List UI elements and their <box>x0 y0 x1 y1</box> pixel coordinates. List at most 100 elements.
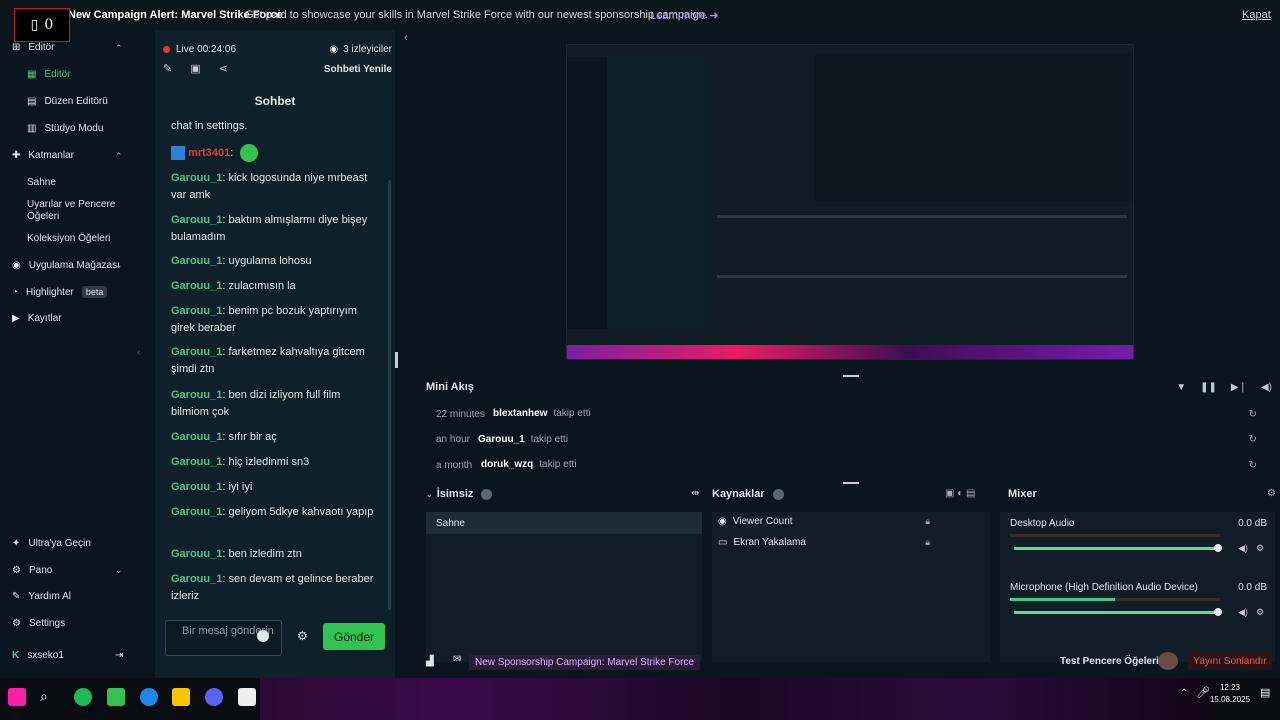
slider-knob[interactable] <box>1214 544 1222 552</box>
feed-user[interactable]: Garouu_1 <box>478 434 525 445</box>
nav-recordings[interactable]: ▶ Kayıtlar <box>12 313 62 324</box>
learn-more-link[interactable]: Learn more ➜ <box>650 9 719 22</box>
stream-preview[interactable] <box>566 44 1134 360</box>
slider-knob[interactable] <box>1214 608 1222 616</box>
volume-slider[interactable] <box>1014 544 1222 552</box>
chat-username[interactable]: Garouu_1 <box>171 573 222 585</box>
replay-icon[interactable]: ↻ <box>1249 460 1257 471</box>
speaker-icon[interactable]: ◀) <box>1238 607 1248 618</box>
chat-username[interactable]: Garouu_1 <box>171 481 222 493</box>
volume-slider[interactable] <box>1014 608 1222 616</box>
filter-icon[interactable]: ▼ <box>1176 382 1186 393</box>
chat-username[interactable]: Garouu_1 <box>171 280 222 292</box>
nav-layout-editor[interactable]: ▤ Düzen Editörü <box>27 96 108 107</box>
popout-icon[interactable]: ▣ <box>190 62 200 75</box>
refresh-chat-button[interactable]: Sohbeti Yenile <box>324 64 392 75</box>
nav-editor-header[interactable]: ⊞ Editör <box>12 42 55 53</box>
chevron-down-icon[interactable]: ⌄ <box>426 490 433 499</box>
nav-studio-mode[interactable]: ▥ Stüdyo Modu <box>27 123 103 134</box>
chevron-up-icon[interactable]: ⌃ <box>115 151 123 162</box>
spotify-icon[interactable] <box>74 688 92 706</box>
record-icon[interactable] <box>1158 652 1178 670</box>
source-item[interactable]: ▭ Ekran Yakalama <box>718 537 806 548</box>
add-source-icon[interactable] <box>772 488 784 500</box>
replay-icon[interactable]: ↻ <box>1249 434 1257 445</box>
gear-icon[interactable]: ⚙ <box>1267 488 1276 499</box>
eye-icon[interactable]: ◉ <box>718 516 727 527</box>
stats-icon[interactable]: ▟ <box>426 656 434 667</box>
nav-alerts-windows[interactable]: Uyarılar ve Pencere Öğeleri <box>27 199 127 223</box>
chat-username[interactable]: Garouu_1 <box>171 214 222 226</box>
feed-user[interactable]: blextanhew <box>493 408 547 419</box>
resize-handle[interactable] <box>843 375 859 377</box>
browser-icon[interactable] <box>140 688 158 706</box>
notification-icon[interactable]: ▤ <box>1260 686 1270 699</box>
taskbar-clock[interactable]: 12:23 15.08.2025 <box>1208 682 1252 706</box>
tray-chevron-icon[interactable]: ⌃ <box>1180 688 1188 699</box>
chevron-left-icon[interactable]: ‹ <box>404 32 408 44</box>
chat-username[interactable]: Garouu_1 <box>171 305 222 317</box>
speaker-icon[interactable]: ◀) <box>1238 543 1248 554</box>
scene-item[interactable]: Sahne <box>426 512 702 534</box>
close-link[interactable]: Kapat <box>1242 9 1271 21</box>
add-scene-icon[interactable] <box>481 488 493 500</box>
app-icon[interactable] <box>172 688 190 706</box>
chat-username[interactable]: mrt3401 <box>188 147 230 159</box>
share-icon[interactable]: ⋖ <box>219 62 228 75</box>
chat-username[interactable]: Garouu_1 <box>171 346 222 358</box>
skip-icon[interactable]: ▶❘ <box>1231 382 1247 393</box>
nav-user[interactable]: Ksxseko1 <box>12 650 64 661</box>
chat-username[interactable]: Garouu_1 <box>171 548 222 560</box>
replay-icon[interactable]: ↻ <box>1249 409 1257 420</box>
chevron-down-icon[interactable]: ⌄ <box>115 565 123 576</box>
chat-username[interactable]: Garouu_1 <box>171 255 222 267</box>
nav-editor[interactable]: ▦ Editör <box>27 69 71 80</box>
pause-icon[interactable]: ❚❚ <box>1200 382 1217 393</box>
emoji-icon[interactable] <box>257 630 269 642</box>
nav-ultra[interactable]: ✦ Ultra'ya Geçin <box>12 538 91 549</box>
lock-icon[interactable]: 🔒︎ <box>925 516 930 527</box>
resize-handle[interactable] <box>395 352 398 368</box>
nav-layers-header[interactable]: ✚ Katmanlar <box>12 150 74 161</box>
chat-username[interactable]: Garouu_1 <box>171 431 222 443</box>
transition-icon[interactable]: ⇹ <box>691 488 699 499</box>
pencil-icon[interactable]: ✎ <box>163 62 172 75</box>
campaign-banner[interactable]: New Sponsorship Campaign: Marvel Strike … <box>469 655 700 670</box>
discord-icon[interactable] <box>205 688 223 706</box>
chevron-up-icon[interactable]: ⌃ <box>115 43 123 54</box>
chat-username[interactable]: Garouu_1 <box>171 506 222 518</box>
search-icon[interactable]: ⌕ <box>40 688 58 706</box>
nav-collection-items[interactable]: Koleksiyon Öğeleri <box>27 233 127 245</box>
chat-message: Garouu_1: farketmez kahvaltıya gitcem şi… <box>171 346 365 375</box>
gear-icon[interactable]: ⚙ <box>297 629 308 643</box>
app-icon[interactable] <box>107 688 125 706</box>
chat-username[interactable]: Garouu_1 <box>171 389 222 401</box>
chat-username[interactable]: Garouu_1 <box>171 172 222 184</box>
source-item[interactable]: ◉ Viewer Count <box>718 516 793 527</box>
chat-scrollbar[interactable] <box>388 180 391 610</box>
chevron-down-icon[interactable]: ⌄ <box>115 260 123 271</box>
gear-icon[interactable]: ⚙ <box>1256 607 1264 618</box>
nav-settings[interactable]: ⚙ Settings <box>12 618 65 629</box>
volume-icon[interactable]: ◀) <box>1261 382 1272 393</box>
nav-app-store[interactable]: ◉ Uygulama Mağazası <box>12 260 120 271</box>
test-widgets-button[interactable]: Test Pencere Öğeleri <box>1060 656 1159 667</box>
send-button[interactable]: Gönder <box>323 623 385 650</box>
bell-icon[interactable]: ✉ <box>453 654 461 665</box>
stop-stream-button[interactable]: Yayını Sonlandır <box>1188 652 1272 670</box>
resize-handle[interactable] <box>843 482 859 484</box>
file-icon[interactable] <box>238 688 256 706</box>
nav-highlighter[interactable]: ◔ Highlighter beta <box>12 286 108 298</box>
lock-icon[interactable]: 🔒︎ <box>925 537 930 548</box>
source-label: Viewer Count <box>732 516 793 527</box>
nav-help[interactable]: ✎ Yardım Al <box>12 591 71 602</box>
gear-icon[interactable]: ⚙ <box>1256 543 1264 554</box>
chat-username[interactable]: Garouu_1 <box>171 456 222 468</box>
windows-start-icon[interactable] <box>8 688 26 706</box>
logout-icon[interactable]: ⇥ <box>115 650 123 661</box>
nav-scene[interactable]: Sahne <box>27 177 127 189</box>
collapse-sidebar-icon[interactable]: ‹ <box>137 347 141 359</box>
nav-dashboard[interactable]: ⚙ Pano <box>12 565 52 576</box>
feed-user[interactable]: doruk_wzq <box>481 459 533 470</box>
source-tools-icon[interactable]: ▣ ◐ ▤ <box>945 488 976 499</box>
